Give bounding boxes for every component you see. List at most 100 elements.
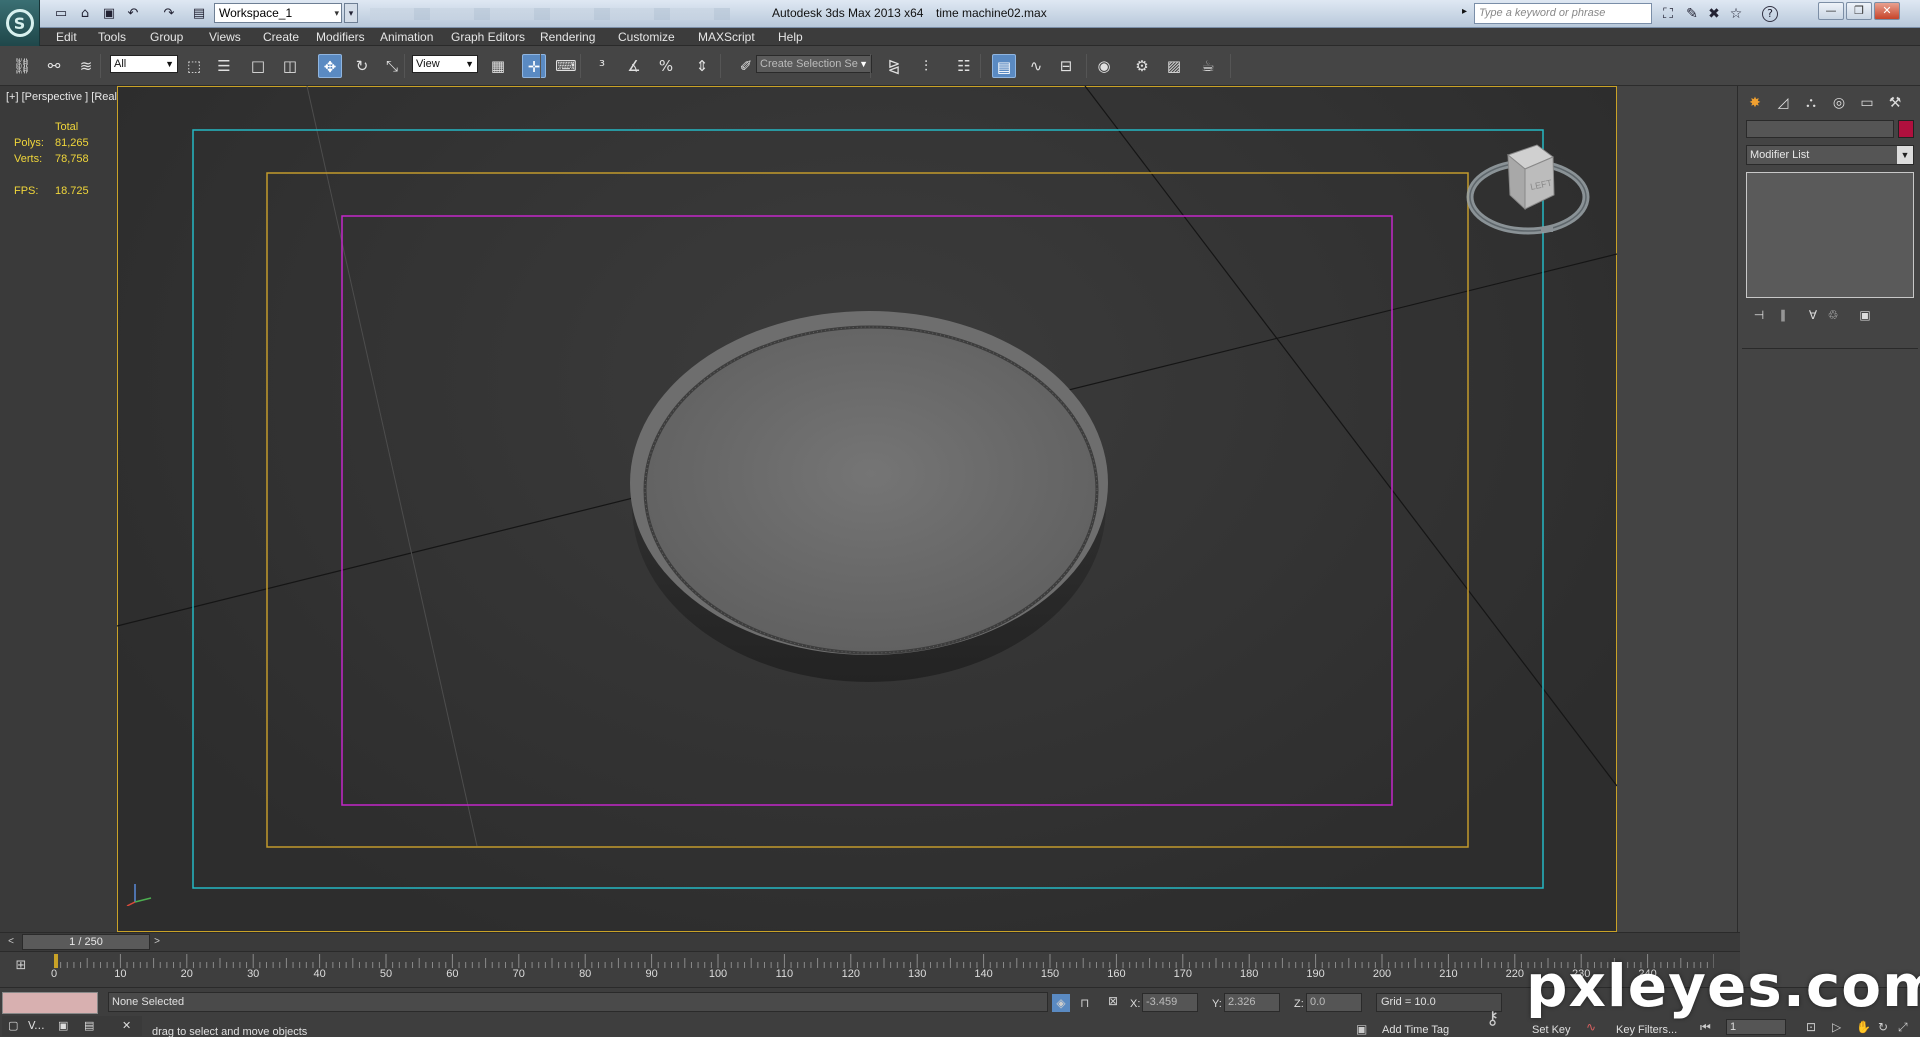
material-editor-button[interactable]: ◉ [1092, 54, 1116, 78]
unlink-button[interactable]: ⚯ [42, 54, 66, 78]
scene-explorer-icon[interactable]: ▢ [8, 1017, 18, 1035]
reference-coordinate-select[interactable]: View ▼ [412, 55, 478, 73]
key-filters-button[interactable]: Key Filters... [1616, 1024, 1677, 1036]
object-color-swatch[interactable] [1898, 120, 1914, 138]
menu-tools[interactable]: Tools [98, 29, 126, 45]
current-frame-input[interactable]: 1 [1726, 1019, 1786, 1035]
mirror-button[interactable]: ⧎ [882, 54, 906, 78]
schematic-view-button[interactable]: ⊟ [1054, 54, 1078, 78]
exchange-icon[interactable]: ✖ [1704, 5, 1724, 23]
snaps-toggle-button[interactable]: ³ [590, 54, 614, 78]
bind-space-warp-button[interactable]: ≋ [74, 54, 98, 78]
select-by-name-button[interactable]: ☰ [212, 54, 236, 78]
infocenter-search-input[interactable]: Type a keyword or phrase [1474, 3, 1652, 24]
menu-graph-editors[interactable]: Graph Editors [451, 29, 525, 45]
pin-stack-button[interactable]: ⊣ [1748, 306, 1770, 324]
pivot-center-button[interactable]: ▦ [486, 54, 510, 78]
close-button[interactable]: ✕ [1874, 2, 1900, 20]
menu-modifiers[interactable]: Modifiers [316, 29, 365, 45]
graphite-ribbon-button[interactable]: ▤ [992, 54, 1016, 78]
rendered-frame-window-button[interactable]: ▨ [1162, 54, 1186, 78]
spinner-snap-button[interactable]: ⇕ [690, 54, 714, 78]
quick-access-dropdown[interactable]: ▾ [344, 3, 358, 23]
select-and-rotate-button[interactable]: ↻ [350, 54, 374, 78]
help-icon[interactable]: ? [1762, 6, 1778, 22]
select-and-manipulate-button[interactable]: ✛ [522, 54, 546, 78]
utilities-tab-button[interactable]: ⚒ [1884, 92, 1906, 114]
menu-edit[interactable]: Edit [56, 29, 77, 45]
select-and-scale-button[interactable]: ⤡ [380, 54, 404, 78]
add-time-tag-button[interactable]: Add Time Tag [1382, 1024, 1449, 1036]
communication-center-icon[interactable]: ✎ [1682, 5, 1702, 23]
menu-create[interactable]: Create [263, 29, 299, 45]
percent-snap-button[interactable]: % [654, 54, 678, 78]
render-setup-button[interactable]: ⚙ [1130, 54, 1154, 78]
zoom-extents-icon[interactable]: ⊡ [1806, 1020, 1816, 1034]
restore-button[interactable]: ❐ [1846, 2, 1872, 20]
layer-manager-button[interactable]: ☷ [952, 54, 976, 78]
edit-named-selection-button[interactable]: ✐ [734, 54, 758, 78]
select-object-button[interactable]: ⬚ [182, 54, 206, 78]
binoculars-icon[interactable]: ⛶ [1658, 5, 1678, 23]
align-button[interactable]: ⫶ [914, 54, 938, 78]
save-icon[interactable]: ▣ [100, 5, 118, 23]
remove-modifier-button[interactable]: ♲ [1822, 306, 1844, 324]
maxscript-listener-mini[interactable] [2, 992, 98, 1014]
select-and-move-button[interactable]: ✥ [318, 54, 342, 78]
time-tag-icon[interactable]: ▣ [1356, 1022, 1367, 1036]
undo-icon[interactable]: ↶ [124, 5, 142, 23]
redo-icon[interactable]: ↷ [160, 5, 178, 23]
layer-explorer-icon[interactable]: ▣ [58, 1017, 68, 1035]
menu-customize[interactable]: Customize [618, 29, 675, 45]
modifier-stack[interactable] [1746, 172, 1914, 298]
window-crossing-button[interactable]: ◫ [278, 54, 302, 78]
time-slider-next-button[interactable]: > [150, 934, 164, 950]
z-coordinate-input[interactable]: 0.0 [1306, 993, 1362, 1012]
motion-tab-button[interactable]: ◎ [1828, 92, 1850, 114]
go-to-start-icon[interactable]: ⏮ [1700, 1020, 1711, 1035]
create-tab-button[interactable]: ✸ [1744, 92, 1766, 114]
selection-lock-icon[interactable]: ⊓ [1080, 996, 1089, 1010]
keyboard-shortcut-override-button[interactable]: ⌨ [554, 54, 578, 78]
menu-maxscript[interactable]: MAXScript [698, 29, 755, 45]
absolute-mode-icon[interactable]: ⊠ [1108, 994, 1118, 1008]
menu-group[interactable]: Group [150, 29, 183, 45]
select-and-link-button[interactable]: ⛓ [10, 54, 34, 78]
minimize-button[interactable]: — [1818, 2, 1844, 20]
modify-tab-button[interactable]: ◿ [1772, 92, 1794, 114]
x-coordinate-input[interactable]: -3.459 [1142, 993, 1198, 1012]
time-slider-prev-button[interactable]: < [4, 934, 18, 950]
angle-snap-button[interactable]: ∡ [622, 54, 646, 78]
float-icon[interactable]: ▤ [84, 1017, 94, 1035]
open-mini-curve-editor-icon[interactable]: ⊞ [10, 958, 32, 978]
project-folder-icon[interactable]: ▤ [190, 5, 208, 23]
render-production-button[interactable]: ☕ [1196, 54, 1220, 78]
menu-help[interactable]: Help [778, 29, 803, 45]
time-slider-thumb[interactable]: 1 / 250 [22, 934, 150, 950]
orbit-icon[interactable]: ↻ [1878, 1020, 1888, 1034]
menu-views[interactable]: Views [209, 29, 241, 45]
object-name-input[interactable] [1746, 120, 1894, 138]
favorites-icon[interactable]: ☆ [1726, 5, 1746, 23]
search-expand-icon[interactable]: ▸ [1462, 6, 1467, 17]
menu-animation[interactable]: Animation [380, 29, 433, 45]
menu-rendering[interactable]: Rendering [540, 29, 595, 45]
perspective-viewport[interactable] [117, 86, 1617, 932]
mini-tab-label[interactable]: V... [28, 1017, 45, 1035]
maximize-viewport-icon[interactable]: ⤢ [1898, 1020, 1908, 1035]
modifier-list-select[interactable]: Modifier List ▼ [1746, 145, 1914, 165]
selection-filter-select[interactable]: All ▼ [110, 55, 178, 73]
field-of-view-icon[interactable]: ▷ [1832, 1020, 1841, 1034]
rectangular-selection-button[interactable]: □ [246, 54, 270, 78]
pan-view-icon[interactable]: ✋ [1856, 1020, 1871, 1034]
application-button[interactable]: S [0, 0, 40, 46]
hierarchy-tab-button[interactable]: ⛬ [1800, 92, 1822, 114]
isolate-selection-icon[interactable]: ◈ [1052, 994, 1070, 1012]
configure-modifier-sets-button[interactable]: ▣ [1854, 306, 1876, 324]
open-icon[interactable]: ⌂ [76, 5, 94, 23]
default-in-out-tangent-icon[interactable]: ∿ [1586, 1020, 1596, 1034]
curve-editor-button[interactable]: ∿ [1024, 54, 1048, 78]
show-end-result-button[interactable]: ∥ [1772, 306, 1794, 324]
y-coordinate-input[interactable]: 2.326 [1224, 993, 1280, 1012]
close-icon[interactable]: ✕ [122, 1017, 131, 1035]
